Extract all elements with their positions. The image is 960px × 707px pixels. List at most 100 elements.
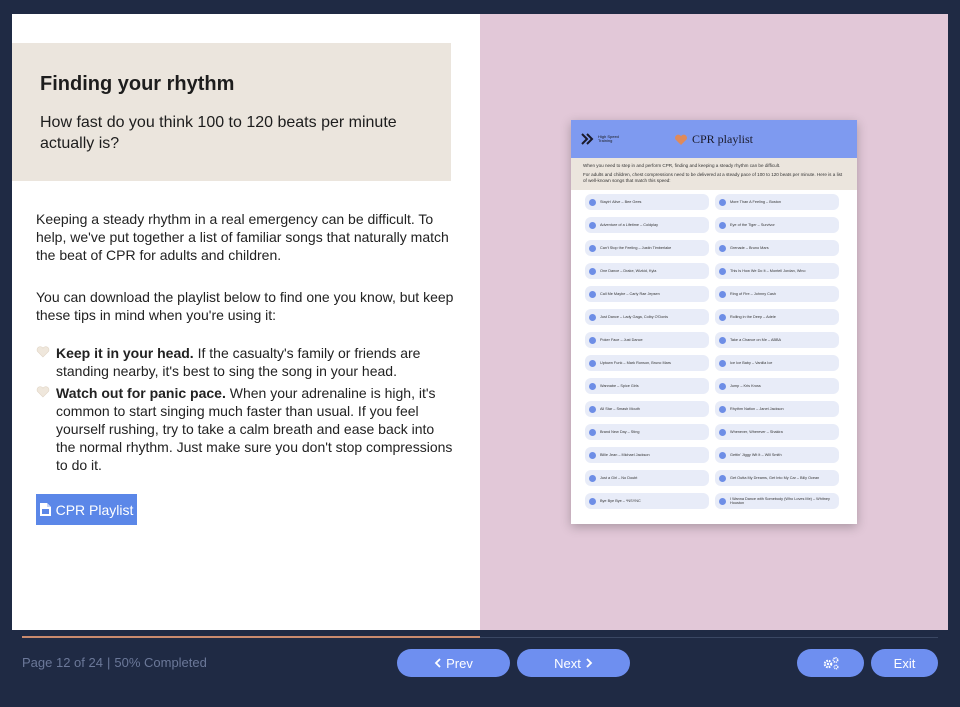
page-indicator: Page 12 of 24 (22, 655, 103, 670)
play-icon (589, 451, 596, 459)
play-icon (719, 451, 726, 459)
song-title: Can't Stop the Feeling – Justin Timberla… (600, 245, 672, 250)
song-item: Ring of Fire – Johnny Cash (715, 286, 839, 302)
play-icon (719, 290, 726, 298)
song-item: Take a Chance on Me – ABBA (715, 332, 839, 348)
play-icon (589, 198, 596, 206)
play-icon (589, 359, 596, 367)
song-item: Billie Jean – Michael Jackson (585, 447, 709, 463)
download-playlist-button[interactable]: CPR Playlist (36, 494, 137, 525)
song-item: Just a Girl – No Doubt (585, 470, 709, 486)
song-title: Whenever, Wherever – Shakira (730, 429, 783, 434)
play-icon (589, 428, 596, 436)
song-title: Grenade – Bruno Mars (730, 245, 769, 250)
song-title: One Dance – Drake, Wizkid, Kyla (600, 268, 657, 273)
play-icon (719, 382, 726, 390)
song-title: More Than A Feeling – Boston (730, 199, 782, 204)
next-button[interactable]: Next (517, 649, 630, 677)
song-item: This Is How We Do It – Montell Jordan, W… (715, 263, 839, 279)
heart-icon (36, 386, 50, 398)
song-title: Uptown Funk – Mark Ronson, Bruno Mars (600, 360, 671, 365)
play-icon (719, 313, 726, 321)
tip-item: Watch out for panic pace. When your adre… (36, 384, 456, 474)
play-icon (719, 336, 726, 344)
tips-list: Keep it in your head. If the casualty's … (36, 344, 456, 474)
song-grid: Stayin' Alive – Bee Gees More Than A Feel… (571, 190, 857, 509)
play-icon (719, 497, 726, 505)
completion-status: 50% Completed (114, 655, 207, 670)
song-item: Poker Face – Just Dance (585, 332, 709, 348)
lesson-title: Finding your rhythm (40, 73, 235, 95)
chevron-right-icon (586, 658, 593, 668)
song-title: Gettin' Jiggy Wit It – Will Smith (730, 452, 782, 457)
page-status: Page 12 of 24 | 50% Completed (22, 655, 207, 670)
lesson-body: Keeping a steady rhythm in a real emerge… (36, 210, 456, 478)
brand-logo: High Speed Training (581, 132, 624, 146)
song-title: Ring of Fire – Johnny Cash (730, 291, 777, 296)
download-playlist-label: CPR Playlist (55, 501, 134, 518)
play-icon (719, 474, 726, 482)
play-icon (589, 474, 596, 482)
song-title: Call Me Maybe – Carly Rae Jepsen (600, 291, 660, 296)
next-label: Next (554, 655, 581, 671)
intro-line-1: When you need to step in and perform CPR… (583, 163, 781, 168)
prev-label: Prev (446, 655, 473, 671)
playlist-doc-header: High Speed Training CPR playlist (571, 120, 857, 158)
song-item: Bye Bye Bye – *NSYNC (585, 493, 709, 509)
chevron-left-icon (434, 658, 441, 668)
song-item: Gettin' Jiggy Wit It – Will Smith (715, 447, 839, 463)
content-frame: Finding your rhythm How fast do you thin… (12, 14, 948, 630)
play-icon (589, 382, 596, 390)
song-title: All Star – Smash Mouth (600, 406, 640, 411)
playlist-preview-panel: High Speed Training CPR playlist When yo… (480, 14, 948, 630)
song-title: Get Outta My Dreams, Get Into My Car – B… (730, 475, 820, 480)
playlist-doc-title: CPR playlist (674, 132, 753, 147)
song-item: Uptown Funk – Mark Ronson, Bruno Mars (585, 355, 709, 371)
play-icon (589, 313, 596, 321)
playlist-document: High Speed Training CPR playlist When yo… (571, 120, 857, 524)
playlist-doc-intro: When you need to step in and perform CPR… (571, 158, 857, 190)
song-item: Jump – Kris Kross (715, 378, 839, 394)
progress-fill (22, 636, 480, 638)
tip-heading: Keep it in your head. (56, 345, 194, 361)
lesson-question: How fast do you think 100 to 120 beats p… (40, 114, 397, 152)
song-title: Just Dance – Lady Gaga, Colby O'Donis (600, 314, 669, 319)
settings-button[interactable] (797, 649, 864, 677)
exit-button[interactable]: Exit (871, 649, 938, 677)
song-item: More Than A Feeling – Boston (715, 194, 839, 210)
play-icon (589, 221, 596, 229)
song-title: Billie Jean – Michael Jackson (600, 452, 650, 457)
song-item: I Wanna Dance with Somebody (Who Loves M… (715, 493, 839, 509)
prev-button[interactable]: Prev (397, 649, 510, 677)
song-title: Take a Chance on Me – ABBA (730, 337, 782, 342)
play-icon (719, 428, 726, 436)
lesson-panel: Finding your rhythm How fast do you thin… (12, 14, 480, 630)
song-item: One Dance – Drake, Wizkid, Kyla (585, 263, 709, 279)
tip-heading: Watch out for panic pace. (56, 385, 226, 401)
song-item: Wannabe – Spice Girls (585, 378, 709, 394)
tip-item: Keep it in your head. If the casualty's … (36, 344, 456, 380)
gears-icon (823, 656, 839, 670)
play-icon (719, 221, 726, 229)
song-title: This Is How We Do It – Montell Jordan, W… (730, 268, 806, 273)
play-icon (589, 405, 596, 413)
song-title: Jump – Kris Kross (730, 383, 761, 388)
play-icon (719, 244, 726, 252)
song-title: Rolling in the Deep – Adele (730, 314, 776, 319)
playlist-doc-title-text: CPR playlist (692, 132, 754, 146)
song-item: Ice Ice Baby – Vanilla Ice (715, 355, 839, 371)
song-title: Just a Girl – No Doubt (600, 475, 638, 480)
song-title: Adventure of a Lifetime – Coldplay (600, 222, 659, 227)
song-item: Rolling in the Deep – Adele (715, 309, 839, 325)
song-item: Grenade – Bruno Mars (715, 240, 839, 256)
song-item: Rhythm Nation – Janet Jackson (715, 401, 839, 417)
song-item: Just Dance – Lady Gaga, Colby O'Donis (585, 309, 709, 325)
song-item: Call Me Maybe – Carly Rae Jepsen (585, 286, 709, 302)
play-icon (719, 267, 726, 275)
status-separator: | (106, 655, 111, 670)
song-title: Poker Face – Just Dance (600, 337, 643, 342)
song-title: Bye Bye Bye – *NSYNC (600, 498, 641, 503)
song-title: Brand New Day – Sting (600, 429, 640, 434)
play-icon (589, 290, 596, 298)
play-icon (719, 359, 726, 367)
